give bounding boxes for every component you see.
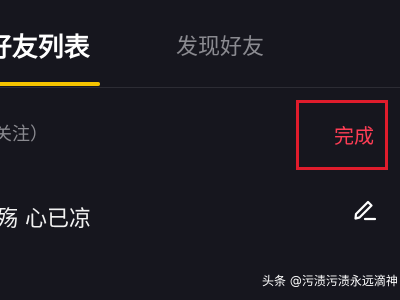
tab-friends-list[interactable]: 好友列表 (0, 28, 90, 68)
friend-name: 殇 心已凉 (0, 207, 91, 232)
friends-screen: 好友列表 发现好友 关注） 完成 殇 心已凉 头条 @污渍污渍永远滴神 (0, 0, 400, 300)
pencil-edit-icon[interactable] (352, 196, 378, 222)
tab-divider (0, 87, 400, 88)
tab-discover-friends[interactable]: 发现好友 (176, 28, 264, 68)
done-button[interactable]: 完成 (334, 121, 374, 151)
following-section-label: 关注） (0, 124, 48, 145)
active-tab-indicator (0, 82, 100, 86)
watermark: 头条 @污渍污渍永远滴神 (262, 274, 398, 288)
